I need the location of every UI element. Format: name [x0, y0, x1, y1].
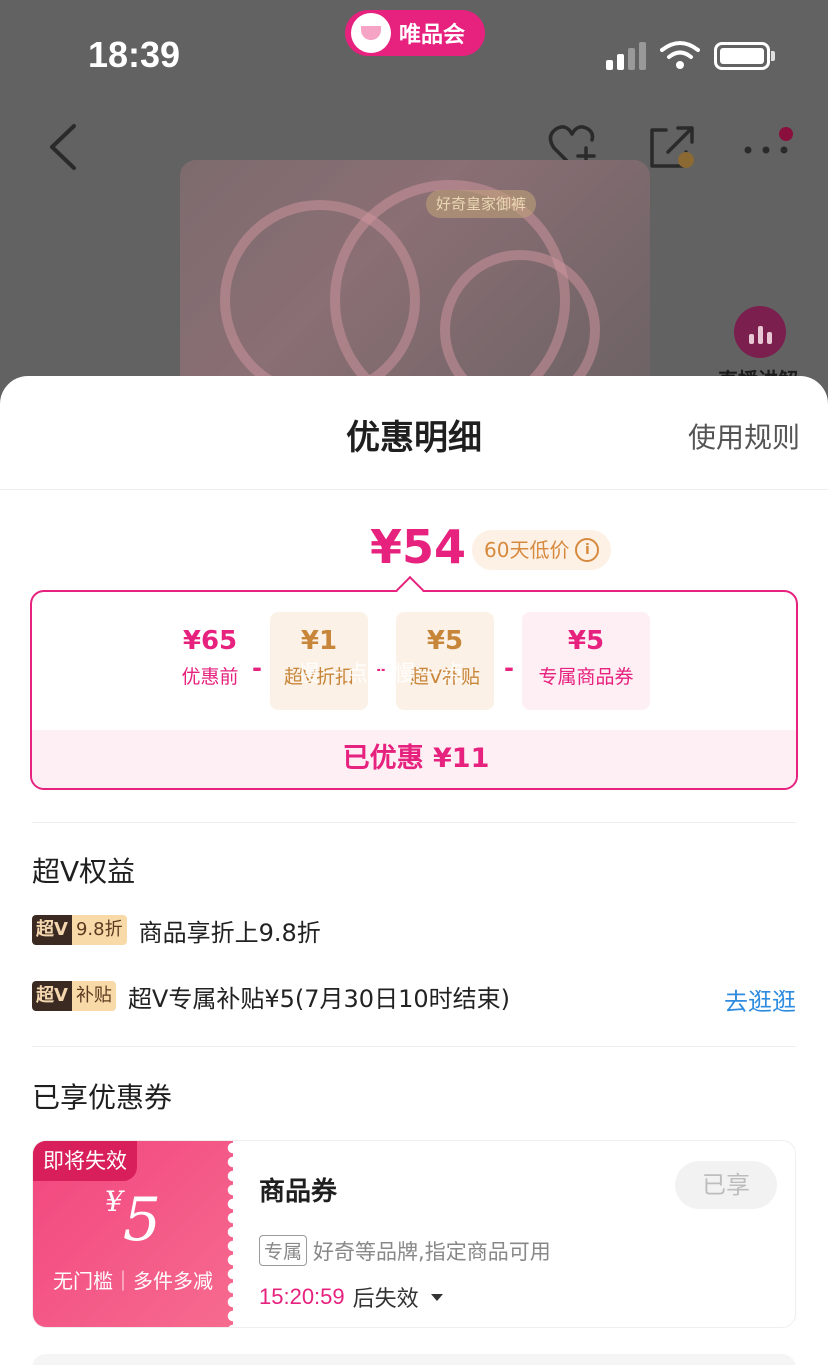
expiring-tag: 即将失效 [33, 1141, 137, 1181]
divider [32, 1046, 796, 1047]
status-time: 18:39 [88, 34, 181, 75]
next-coupon-card-partial [32, 1354, 796, 1365]
coupon-description: 专属 好奇等品牌,指定商品可用 [259, 1235, 551, 1266]
final-price-row: ¥54 60天低价 i [0, 520, 828, 580]
battery-icon [714, 42, 770, 70]
live-bars-icon [734, 306, 786, 358]
wifi-icon [660, 41, 700, 69]
coupons-section-title: 已享优惠券 [32, 1081, 173, 1114]
breakdown-original-price: ¥65 优惠前 [172, 612, 248, 710]
breakdown-label: 优惠前 [181, 666, 239, 688]
discount-detail-sheet: 优惠明细 使用规则 ¥54 60天低价 i ¥65 优惠前 - ¥1 超V折扣 … [0, 376, 828, 1365]
superv-section-title: 超V权益 [32, 855, 136, 888]
price-breakdown-box: ¥65 优惠前 - ¥1 超V折扣 - ¥5 超V补贴 - ¥5 专属商品券 慢… [30, 590, 798, 790]
coupon-name: 商品券 [259, 1177, 338, 1207]
watermark-text: 慢一点再慢一点 [298, 662, 467, 687]
tag-superv: 超V [32, 981, 72, 1011]
tag-discount: 9.8折 [71, 915, 127, 945]
tag-superv: 超V [32, 915, 72, 945]
breakdown-amount: ¥5 [567, 626, 605, 656]
app-indicator-pill[interactable]: 唯品会 [345, 10, 485, 56]
superv-discount-row: 超V 9.8折 商品享折上9.8折 [32, 914, 321, 947]
final-price: ¥54 [370, 520, 467, 574]
coupon-countdown[interactable]: 15:20:59 后失效 [259, 1281, 443, 1313]
info-icon[interactable]: i [575, 538, 600, 562]
chevron-down-icon [430, 1293, 443, 1301]
low-price-badge[interactable]: 60天低价 i [472, 530, 612, 570]
breakdown-amount: ¥5 [426, 626, 464, 656]
coupon-value-panel: 即将失效 ¥5 无门槛｜多件多减 [33, 1141, 239, 1327]
breakdown-items: ¥65 优惠前 - ¥1 超V折扣 - ¥5 超V补贴 - ¥5 专属商品券 慢… [32, 612, 796, 712]
countdown-time: 15:20:59 [259, 1284, 345, 1309]
exclusive-tag: 专属 [259, 1235, 308, 1266]
superv-discount-text: 商品享折上9.8折 [138, 918, 321, 947]
more-icon[interactable] [740, 122, 796, 172]
superv-subsidy-row: 超V 补贴 超V专属补贴¥5(7月30日10时结束) [32, 980, 510, 1013]
total-saved: 已优惠 ¥11 [32, 730, 796, 788]
share-icon[interactable] [646, 122, 698, 172]
go-browse-link[interactable]: 去逛逛 [724, 982, 796, 1017]
product-brand-tag: 好奇皇家御裤 [426, 190, 537, 218]
back-icon[interactable] [44, 122, 84, 172]
coupon-condition: 无门槛｜多件多减 [53, 1269, 213, 1293]
minus-sign: - [504, 654, 514, 682]
superv-subsidy-tag: 超V 补贴 [32, 981, 116, 1011]
coupon-used-button[interactable]: 已享 [675, 1161, 777, 1209]
minus-sign: - [252, 654, 262, 682]
divider [32, 822, 796, 823]
superv-subsidy-text: 超V专属补贴¥5(7月30日10时结束) [127, 984, 510, 1013]
sheet-header: 优惠明细 使用规则 [0, 376, 828, 490]
low-price-text: 60天低价 [484, 538, 570, 562]
tag-subsidy: 补贴 [71, 981, 116, 1011]
coupon-card[interactable]: 即将失效 ¥5 无门槛｜多件多减 商品券 已享 专属 好奇等品牌,指定商品可用 … [32, 1140, 796, 1328]
superv-discount-tag: 超V 9.8折 [32, 915, 127, 945]
breakdown-amount: ¥1 [300, 626, 338, 656]
background-page: 18:39 唯品会 好奇皇家御裤 [0, 0, 828, 400]
product-image[interactable]: 好奇皇家御裤 [180, 160, 650, 400]
usage-rules-link[interactable]: 使用规则 [688, 416, 800, 456]
countdown-suffix: 后失效 [352, 1287, 419, 1312]
breakdown-exclusive-coupon: ¥5 专属商品券 [522, 612, 650, 710]
coupon-currency: ¥ [104, 1185, 123, 1218]
cellular-signal-icon [606, 42, 646, 70]
coupon-value: ¥5 [33, 1185, 233, 1255]
coupon-amount: 5 [122, 1185, 161, 1255]
breakdown-label: 专属商品券 [538, 666, 634, 688]
app-name: 唯品会 [399, 23, 466, 48]
coupon-scope-text: 好奇等品牌,指定商品可用 [313, 1239, 551, 1264]
status-bar: 18:39 唯品会 [0, 0, 828, 100]
app-logo-icon [351, 13, 391, 53]
breakdown-amount: ¥65 [182, 626, 238, 656]
